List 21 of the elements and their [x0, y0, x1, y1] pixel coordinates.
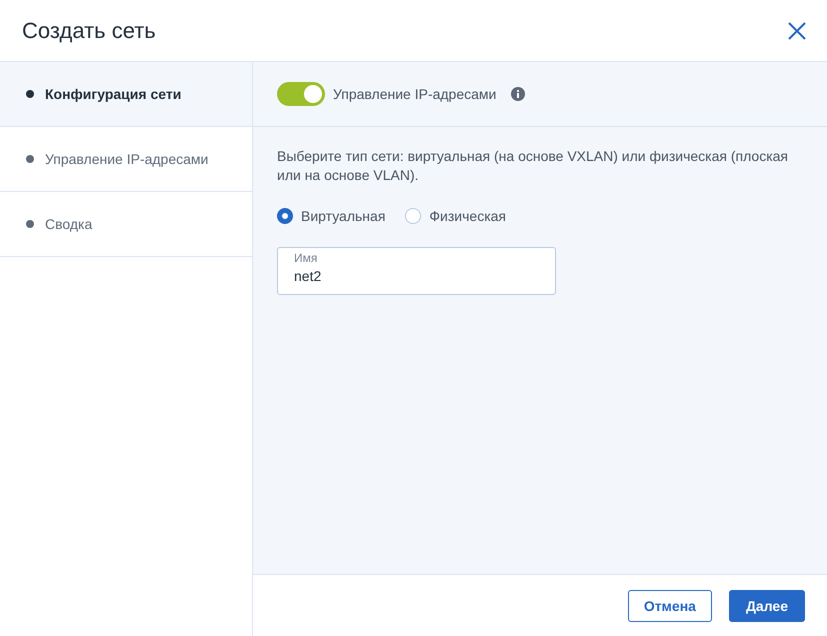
- bullet-icon: [26, 220, 34, 228]
- radio-button[interactable]: [405, 208, 422, 224]
- cancel-button[interactable]: Отмена: [628, 590, 712, 622]
- step-item[interactable]: Сводка: [0, 192, 252, 257]
- dialog-title: Создать сеть: [22, 18, 156, 44]
- toggle-label: Управление IP-адресами: [333, 86, 496, 102]
- next-button[interactable]: Далее: [728, 590, 805, 622]
- radio-button[interactable]: [277, 208, 293, 224]
- info-icon[interactable]: [511, 87, 526, 101]
- description-text: Выберите тип сети: виртуальная (на основе VXLAN) или физическая (плоская или на основе VLAN).: [277, 147, 789, 185]
- bullet-icon: [26, 155, 34, 163]
- field-label: Имя: [294, 251, 318, 265]
- radio-label[interactable]: Виртуальная: [301, 208, 386, 224]
- step-item[interactable]: Конфигурация сети: [0, 62, 252, 127]
- name-field[interactable]: Имя net2: [277, 247, 556, 295]
- close-icon[interactable]: [788, 22, 806, 40]
- ip-management-toggle[interactable]: [277, 82, 325, 106]
- bullet-icon: [26, 90, 34, 98]
- name-input[interactable]: net2: [294, 268, 540, 284]
- radio-label[interactable]: Физическая: [429, 208, 506, 224]
- step-item[interactable]: Управление IP-адресами: [0, 127, 252, 192]
